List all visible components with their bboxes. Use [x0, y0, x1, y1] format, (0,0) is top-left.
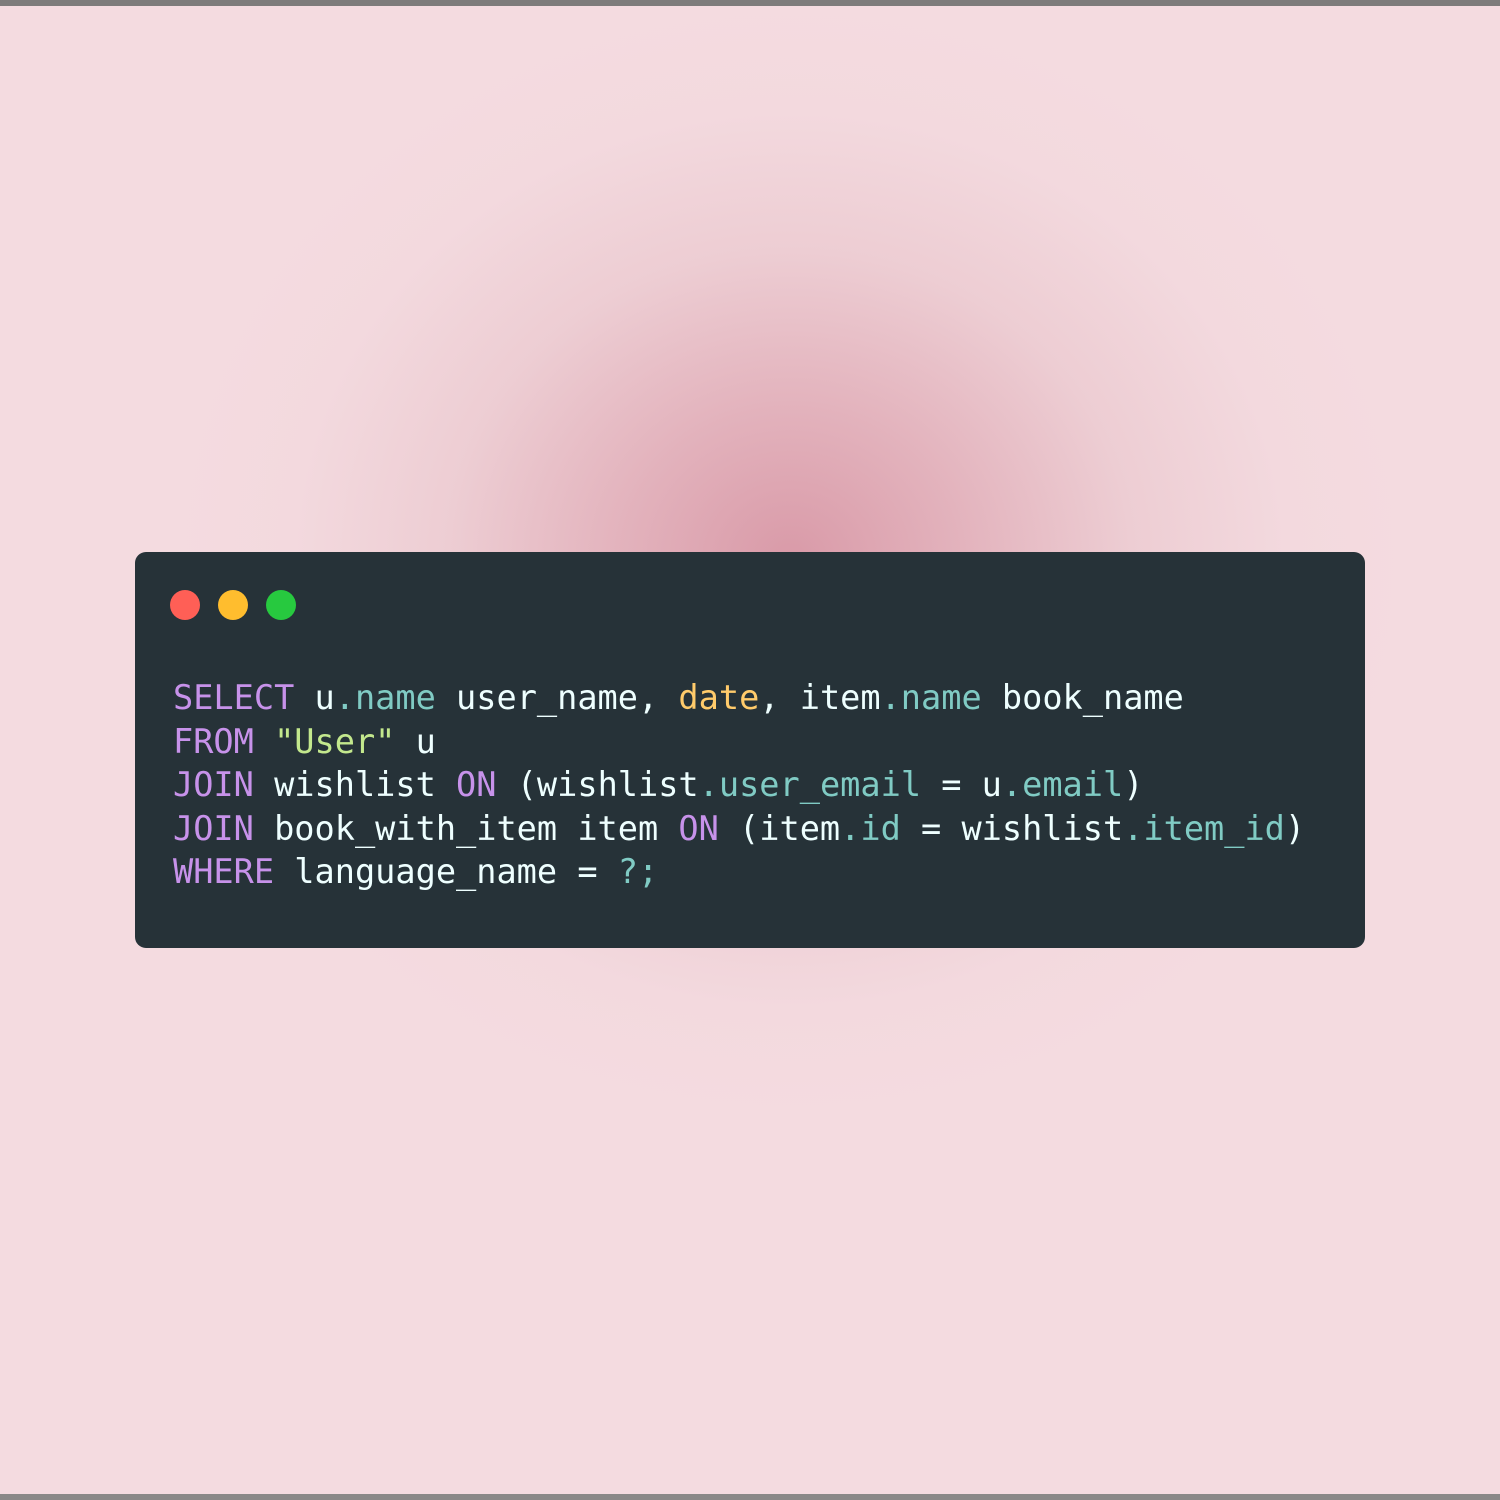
code-token-kw: SELECT — [173, 678, 295, 717]
code-line: JOIN wishlist ON (wishlist.user_email = … — [173, 763, 1305, 807]
code-block: SELECT u.name user_name, date, item.name… — [173, 676, 1305, 894]
code-token-id: book_with_item item — [253, 808, 679, 848]
code-token-fn: date — [678, 678, 760, 717]
code-token-prop: ?; — [617, 852, 659, 891]
code-token-prop: .email — [1001, 765, 1124, 804]
code-token-id: language_name = — [274, 852, 618, 891]
code-token-id: ) — [1123, 765, 1144, 804]
code-token-kw: WHERE — [173, 852, 275, 891]
close-dot-icon[interactable] — [170, 590, 200, 620]
code-token-prop: .name — [334, 678, 436, 717]
code-token-id: wishlist — [253, 765, 457, 804]
code-line: JOIN book_with_item item ON (item.id = w… — [173, 807, 1305, 851]
code-token-kw: JOIN — [173, 808, 254, 848]
code-token-id: ) — [1284, 808, 1306, 848]
code-line: WHERE language_name = ?; — [173, 850, 1305, 894]
code-line: FROM "User" u — [173, 720, 1305, 764]
code-token-id: u — [294, 678, 335, 717]
top-border — [0, 0, 1500, 6]
code-window: SELECT u.name user_name, date, item.name… — [135, 552, 1365, 948]
code-token-str: "User" — [274, 721, 396, 761]
code-token-id: = u — [921, 765, 1002, 804]
code-token-prop: .user_email — [698, 765, 922, 804]
bottom-border — [0, 1494, 1500, 1500]
code-token-id: (item — [718, 808, 841, 848]
code-token-prop: .id — [840, 808, 901, 848]
code-token-kw: FROM — [173, 721, 254, 761]
code-token-id: , item — [759, 678, 881, 717]
code-token-id — [254, 722, 274, 761]
minimize-dot-icon[interactable] — [218, 590, 248, 620]
code-token-kw: JOIN — [173, 765, 254, 804]
window-controls — [170, 590, 296, 620]
maximize-dot-icon[interactable] — [266, 590, 296, 620]
code-token-id: book_name — [981, 678, 1184, 717]
code-token-kw: ON — [678, 808, 719, 848]
code-token-kw: ON — [456, 765, 497, 804]
code-token-prop: .item_id — [1123, 808, 1285, 848]
code-token-id: = wishlist — [900, 808, 1124, 848]
code-token-prop: .name — [880, 678, 982, 717]
code-token-id: u — [395, 721, 436, 761]
code-token-id: user_name, — [435, 678, 679, 717]
code-token-id: (wishlist — [496, 765, 699, 804]
code-line: SELECT u.name user_name, date, item.name… — [173, 676, 1305, 720]
